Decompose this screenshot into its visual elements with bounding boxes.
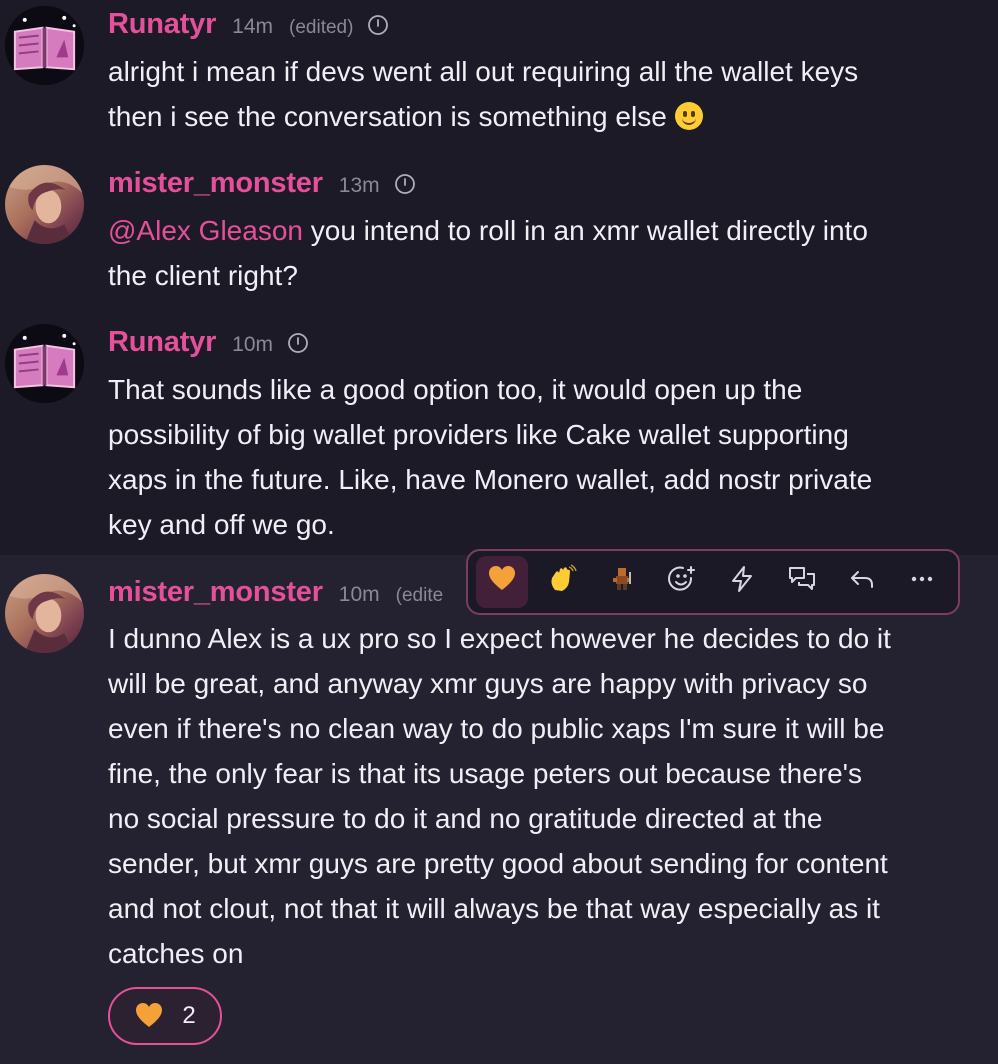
smiley-plus-icon [667, 564, 697, 601]
reply-button[interactable] [836, 556, 888, 608]
message-line: will be great, and anyway xmr guys are h… [108, 668, 868, 699]
message-line: the client right? [108, 260, 298, 291]
react-orange-heart-button[interactable] [476, 556, 528, 608]
message-line: sender, but xmr guys are pretty good abo… [108, 848, 888, 879]
message-line: even if there's no clean way to do publi… [108, 713, 885, 744]
message-text: I dunno Alex is a ux pro so I expect how… [108, 616, 988, 976]
add-reaction-button[interactable] [656, 556, 708, 608]
avatar[interactable] [5, 165, 84, 244]
clock-icon [287, 332, 309, 354]
message-text: @Alex Gleason you intend to roll in an x… [108, 208, 988, 298]
reaction-count: 2 [182, 1002, 196, 1029]
portrait-avatar-icon [5, 165, 84, 244]
author-name[interactable]: mister_monster [108, 576, 323, 609]
timestamp[interactable]: 13m [339, 174, 380, 198]
message-text: alright i mean if devs went all out requ… [108, 49, 988, 139]
pixel-character-icon [607, 564, 637, 601]
message-text: That sounds like a good option too, it w… [108, 367, 988, 547]
author-name[interactable]: Runatyr [108, 326, 216, 359]
portrait-avatar-icon [5, 574, 84, 653]
reaction-pill[interactable]: 2 [108, 987, 222, 1045]
message-line: no social pressure to do it and no grati… [108, 803, 823, 834]
slightly-smiling-face-emoji [674, 102, 703, 130]
message-line: catches on [108, 938, 244, 969]
clock-icon [367, 14, 389, 36]
author-name[interactable]: Runatyr [108, 8, 216, 41]
edited-label: (edite [395, 585, 444, 606]
timestamp[interactable]: 10m [232, 333, 273, 357]
chat-bubbles-icon [787, 564, 817, 601]
zap-button[interactable] [716, 556, 768, 608]
book-avatar-icon [5, 6, 84, 85]
timestamp[interactable]: 10m [339, 583, 380, 607]
message-item: Runatyr 14m (edited) alright i mean if d… [0, 0, 998, 150]
edited-label: (edited) [289, 17, 354, 38]
message-line: I dunno Alex is a ux pro so I expect how… [108, 623, 891, 654]
message-line: That sounds like a good option too, it w… [108, 374, 803, 405]
avatar[interactable] [5, 574, 84, 653]
message-line: alright i mean if devs went all out requ… [108, 56, 859, 87]
message-line: xaps in the future. Like, have Monero wa… [108, 464, 873, 495]
message-line-text: then i see the conversation is something… [108, 101, 667, 132]
clock-icon [394, 173, 416, 195]
reply-in-thread-button[interactable] [776, 556, 828, 608]
message-line: possibility of big wallet providers like… [108, 419, 849, 450]
lightning-icon [727, 564, 757, 601]
more-options-button[interactable] [896, 556, 948, 608]
ellipsis-icon [907, 564, 937, 601]
reply-arrow-icon [847, 564, 877, 601]
orange-heart-icon [487, 564, 517, 601]
message-line: and not clout, not that it will always b… [108, 893, 880, 924]
message-line: key and off we go. [108, 509, 335, 540]
message-item: mister_monster 13m @Alex Gleason you int… [0, 150, 998, 315]
message-line: fine, the only fear is that its usage pe… [108, 758, 863, 789]
book-avatar-icon [5, 324, 84, 403]
timestamp[interactable]: 14m [232, 15, 273, 39]
message-line-text: you intend to roll in an xmr wallet dire… [302, 215, 868, 246]
message-action-toolbar [466, 549, 960, 615]
author-name[interactable]: mister_monster [108, 167, 323, 200]
avatar[interactable] [5, 324, 84, 403]
react-custom-emoji-button[interactable] [596, 556, 648, 608]
message-line: @Alex Gleason you intend to roll in an x… [108, 208, 988, 253]
orange-heart-icon [134, 1001, 164, 1031]
message-item: Runatyr 10m That sounds like a good opti… [0, 315, 998, 555]
react-wave-button[interactable] [536, 556, 588, 608]
message-line: then i see the conversation is something… [108, 94, 988, 139]
user-mention-link[interactable]: @Alex Gleason [108, 215, 303, 246]
waving-hand-icon [547, 563, 577, 601]
avatar[interactable] [5, 6, 84, 85]
